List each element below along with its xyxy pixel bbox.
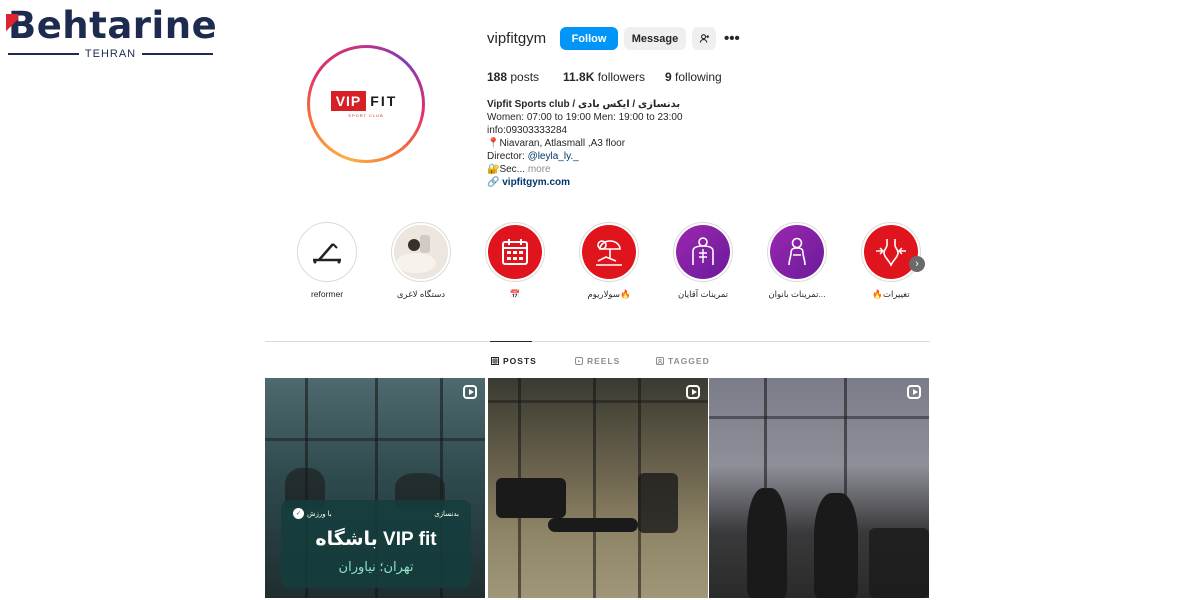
highlights-next-arrow-icon[interactable]: › [909, 256, 925, 272]
vipfit-logo-sub: SPORT CLUB [348, 112, 384, 118]
highlight-reformer[interactable]: reformer [287, 222, 367, 299]
watermark-logo: Behtarine TEHRAN [6, 4, 218, 60]
bio-name: Vipfit Sports club / بدنسازی / ایکس بادی [487, 99, 681, 110]
add-person-icon [699, 34, 709, 43]
reel-icon [686, 385, 700, 399]
followers-count[interactable]: 11.8K followers [563, 70, 665, 84]
tab-posts[interactable]: POSTS [491, 356, 537, 366]
highlight-women-workout[interactable]: تمرینات بانوان... [757, 222, 837, 300]
profile-username: vipfitgym [487, 30, 547, 47]
reels-icon [575, 357, 583, 365]
active-tab-indicator [490, 341, 532, 342]
highlight-solarium[interactable]: سولاریوم🔥 [569, 222, 649, 300]
follow-button[interactable]: Follow [560, 27, 618, 50]
profile-avatar[interactable]: VIP FIT SPORT CLUB [307, 45, 425, 163]
reel-icon [907, 385, 921, 399]
card-subtitle: تهران؛ نیاوران [338, 559, 414, 574]
profile-stats: 188 posts 11.8K followers 9 following [487, 70, 722, 84]
vipfit-logo: VIP FIT [330, 90, 402, 111]
watermark-wordmark: Behtarine [6, 4, 218, 47]
bio-more-link[interactable]: more [528, 164, 551, 175]
gym-window-scene [488, 378, 708, 598]
slimming-device-icon [394, 225, 448, 279]
tab-tagged[interactable]: TAGGED [656, 356, 710, 366]
women-workout-icon [788, 237, 806, 266]
solarium-icon [596, 240, 622, 266]
grid-icon [491, 357, 499, 365]
message-button[interactable]: Message [624, 27, 686, 50]
posts-count[interactable]: 188 posts [487, 70, 563, 84]
following-count[interactable]: 9 following [665, 70, 722, 84]
tab-reels[interactable]: REELS [575, 356, 620, 366]
watermark-city: TEHRAN [8, 48, 214, 60]
post-thumbnail[interactable] [488, 378, 708, 598]
post-thumbnail[interactable]: ✓ با ورزش بدنسازی باشگاه VIP fit تهران؛ ن… [265, 378, 485, 598]
director-link[interactable]: @leyla_ly._ [528, 151, 579, 162]
bio-director: Director: @leyla_ly._ [487, 151, 579, 162]
men-workout-icon [692, 237, 714, 265]
highlight-slimming-device[interactable]: دستگاه لاغری [381, 222, 461, 300]
gym-window-scene [709, 378, 929, 598]
body-change-icon [876, 239, 906, 267]
bio-website[interactable]: 🔗 vipfitgym.com [487, 176, 747, 189]
calendar-icon [502, 239, 528, 265]
highlight-men-workout[interactable]: تمرینات آقایان [663, 222, 743, 300]
suggested-accounts-button[interactable] [692, 27, 716, 50]
tabs-divider [265, 341, 930, 342]
highlight-calendar[interactable]: 📅 [475, 222, 555, 300]
profile-bio: Vipfit Sports club / بدنسازی / ایکس بادی… [487, 98, 747, 189]
reel-icon [463, 385, 477, 399]
watermark-first-letter: B [6, 4, 37, 47]
card-brand-logo: ✓ با ورزش [293, 508, 332, 519]
tagged-icon [656, 357, 664, 365]
card-title: باشگاه VIP fit [315, 529, 437, 550]
bio-address: 📍Niavaran, Atlasmall ,A3 floor [487, 138, 626, 149]
link-icon: 🔗 [487, 177, 500, 188]
more-options-icon[interactable]: ••• [724, 30, 740, 47]
post-overlay-card: ✓ با ورزش بدنسازی باشگاه VIP fit تهران؛ ن… [281, 500, 471, 588]
bio-hours: Women: 07:00 to 19:00 Men: 19:00 to 23:0… [487, 112, 683, 123]
bio-security: 🔐Sec... more [487, 164, 551, 175]
post-thumbnail[interactable] [709, 378, 929, 598]
reformer-icon [313, 243, 341, 264]
card-tag: بدنسازی [434, 511, 459, 518]
bio-phone: info:09303333284 [487, 125, 568, 136]
